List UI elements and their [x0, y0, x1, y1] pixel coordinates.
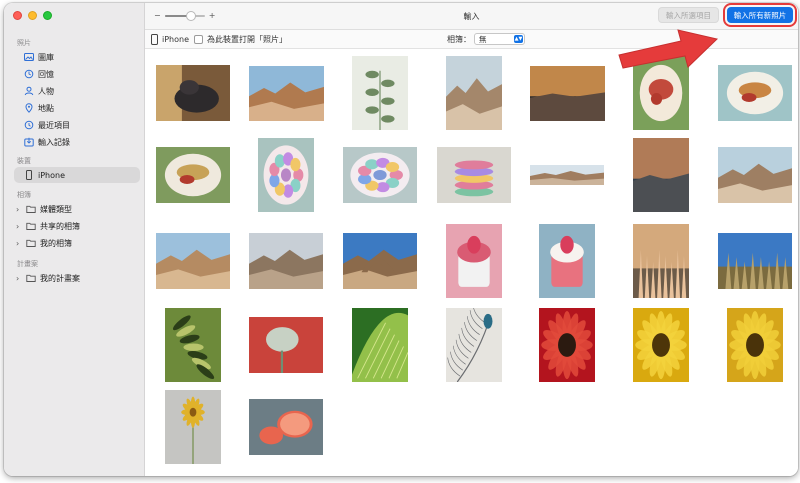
photo-thumbnail[interactable]: [718, 65, 792, 121]
photo-library-icon: [24, 52, 34, 62]
photo-thumbnail[interactable]: [156, 147, 230, 203]
sidebar-item-label: 地點: [38, 103, 54, 113]
sidebar: 照片 圖庫 回憶 人物 地點 最近項目 輸入記錄 裝置 iPhone 相簿 › …: [4, 3, 145, 476]
import-all-new-photos-button[interactable]: 輸入所有新照片: [723, 3, 797, 27]
sidebar-item-label: iPhone: [38, 170, 66, 180]
sidebar-item-label: 回憶: [38, 69, 54, 79]
section-label-projects: 計畫案: [17, 260, 38, 268]
sidebar-item-places[interactable]: 地點: [14, 100, 140, 116]
sidebar-item-my-projects[interactable]: › 我的計畫案: [14, 270, 140, 286]
photo-thumbnail[interactable]: [539, 224, 595, 298]
close-window-button[interactable]: [13, 11, 22, 20]
iphone-icon: [24, 170, 34, 180]
photo-thumbnail[interactable]: [727, 308, 783, 382]
photo-thumbnail[interactable]: [530, 165, 604, 185]
photo-thumbnail[interactable]: [249, 233, 323, 289]
album-select[interactable]: 無 ▲▼: [474, 33, 525, 45]
photo-thumbnail[interactable]: [446, 56, 502, 130]
photo-thumbnail[interactable]: [248, 65, 324, 121]
recents-icon: [24, 120, 34, 130]
minimize-window-button[interactable]: [28, 11, 37, 20]
photo-thumbnail[interactable]: [249, 317, 323, 373]
people-icon: [24, 86, 34, 96]
sidebar-item-shared-albums[interactable]: › 共享的相簿: [14, 218, 140, 234]
import-selected-button[interactable]: 輸入所選項目: [658, 7, 719, 23]
photo-thumbnail[interactable]: [258, 138, 314, 212]
folder-icon: [26, 204, 36, 214]
chevron-right-icon[interactable]: ›: [16, 205, 19, 214]
sidebar-item-label: 共享的相簿: [40, 221, 80, 231]
section-label-photos: 照片: [17, 39, 31, 47]
photo-thumbnail[interactable]: [249, 399, 323, 455]
sidebar-item-label: 輸入記錄: [38, 137, 70, 147]
folder-icon: [26, 273, 36, 283]
places-icon: [24, 103, 34, 113]
photo-thumbnail[interactable]: [165, 390, 221, 464]
chevron-right-icon[interactable]: ›: [16, 222, 19, 231]
sidebar-item-label: 人物: [38, 86, 54, 96]
photo-thumbnail[interactable]: [343, 147, 417, 203]
folder-icon: [26, 238, 36, 248]
device-indicator: iPhone: [151, 34, 189, 45]
sidebar-item-label: 最近項目: [38, 120, 70, 130]
red-arrow-annotation: [618, 29, 719, 69]
photo-thumbnail[interactable]: [352, 56, 408, 130]
sidebar-item-label: 我的計畫案: [40, 273, 80, 283]
iphone-icon: [151, 34, 158, 45]
chevron-right-icon[interactable]: ›: [16, 239, 19, 248]
section-label-albums: 相簿: [17, 191, 31, 199]
sidebar-item-imports[interactable]: 輸入記錄: [14, 134, 140, 150]
photo-thumbnail[interactable]: [446, 308, 502, 382]
chevron-updown-icon: ▲▼: [514, 35, 523, 43]
photo-thumbnail[interactable]: [156, 233, 230, 289]
photo-thumbnail[interactable]: [633, 224, 689, 298]
album-select-value: 無: [479, 34, 487, 44]
photo-thumbnail[interactable]: [529, 65, 605, 121]
sidebar-item-my-albums[interactable]: › 我的相簿: [14, 235, 140, 251]
sidebar-item-iphone[interactable]: iPhone: [14, 167, 140, 183]
photo-thumbnail[interactable]: [352, 308, 408, 382]
photo-thumbnail[interactable]: [718, 147, 792, 203]
photo-thumbnail[interactable]: [165, 308, 221, 382]
album-label: 相簿：: [447, 35, 471, 44]
open-photos-checkbox[interactable]: [194, 35, 203, 44]
sidebar-item-media-types[interactable]: › 媒體類型: [14, 201, 140, 217]
sidebar-item-label: 媒體類型: [40, 204, 72, 214]
sidebar-item-people[interactable]: 人物: [14, 83, 140, 99]
memories-icon: [24, 69, 34, 79]
section-label-devices: 裝置: [17, 157, 31, 165]
sidebar-item-memories[interactable]: 回憶: [14, 66, 140, 82]
imports-icon: [24, 137, 34, 147]
photo-grid: [145, 49, 798, 476]
device-name: iPhone: [162, 35, 190, 44]
sidebar-item-label: 我的相簿: [40, 238, 72, 248]
window-controls: [13, 11, 52, 20]
zoom-window-button[interactable]: [43, 11, 52, 20]
photo-thumbnail[interactable]: [437, 147, 511, 203]
photo-thumbnail[interactable]: [156, 65, 230, 121]
photo-thumbnail[interactable]: [446, 224, 502, 298]
photo-thumbnail[interactable]: [718, 233, 792, 289]
photo-thumbnail[interactable]: [633, 308, 689, 382]
sidebar-item-label: 圖庫: [38, 52, 54, 62]
photo-thumbnail[interactable]: [539, 308, 595, 382]
folder-icon: [26, 221, 36, 231]
sidebar-item-recents[interactable]: 最近項目: [14, 117, 140, 133]
photo-thumbnail[interactable]: [633, 138, 689, 212]
open-photos-label[interactable]: 為此裝置打開「照片」: [207, 34, 287, 45]
chevron-right-icon[interactable]: ›: [16, 274, 19, 283]
photo-thumbnail[interactable]: [343, 233, 417, 289]
sidebar-item-library[interactable]: 圖庫: [14, 49, 140, 65]
